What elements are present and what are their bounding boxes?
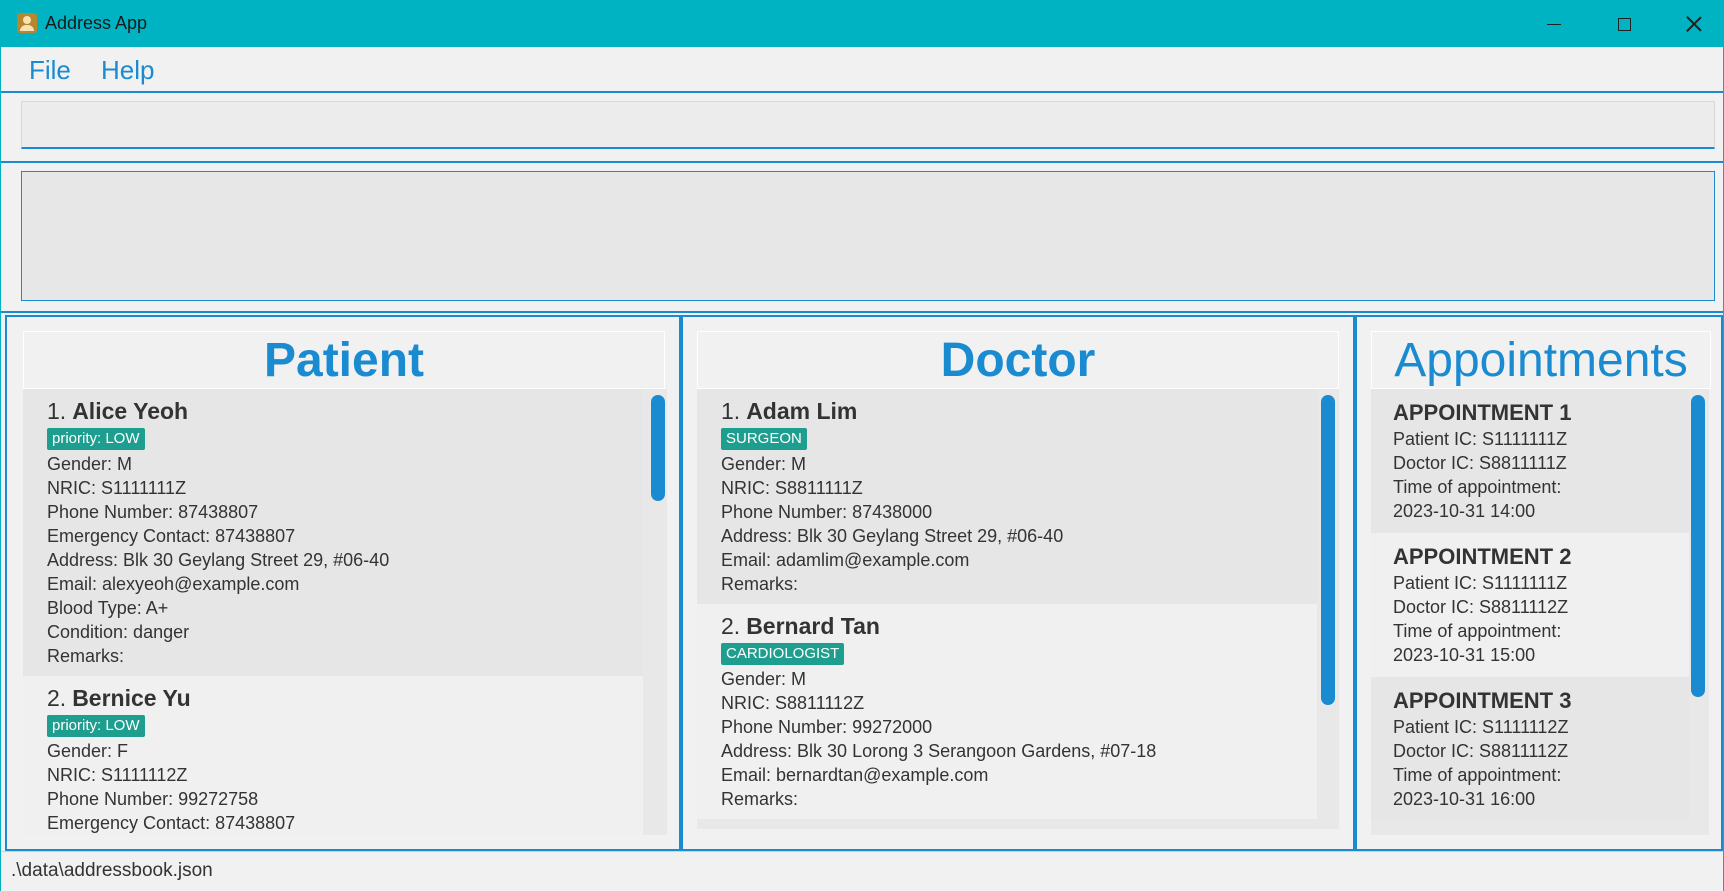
appointment-panel: Appointments APPOINTMENT 1 Patient IC: S… [1355,315,1723,851]
close-icon [1686,16,1702,32]
doctor-name-line: 1. Adam Lim [721,399,1297,423]
appointment-time: 2023-10-31 14:00 [1393,501,1536,521]
doctor-nric: NRIC: S8811112Z [721,693,865,713]
patient-emergency-contact: Emergency Contact: 87438807 [47,813,296,833]
doctor-email: Email: bernardtan@example.com [721,765,989,785]
appointment-time-label: Time of appointment: [1393,477,1562,497]
patient-phone: Phone Number: 99272758 [47,789,259,809]
appointment-list-scrollbar[interactable] [1691,395,1705,697]
result-display[interactable] [21,171,1715,301]
patient-panel: Patient 1. Alice Yeoh priority: LOW Gende… [5,315,681,851]
save-location-path: .\data\addressbook.json [11,860,213,881]
patient-panel-title: Patient [23,331,665,389]
appointment-card[interactable]: APPOINTMENT 1 Patient IC: S1111111Z Doct… [1371,389,1689,533]
close-button[interactable] [1671,9,1717,39]
patient-name-line: 1. Alice Yeoh [47,399,623,423]
title-bar[interactable]: Address App [1,1,1723,47]
doctor-index: 1. [721,398,741,424]
window-title: Address App [45,13,148,33]
doctor-list[interactable]: 1. Adam Lim SURGEON Gender: M NRIC: S8811… [697,389,1339,829]
appointment-patient-ic: Patient IC: S1111111Z [1393,429,1568,449]
doctor-list-scrollbar[interactable] [1321,395,1335,705]
doctor-card[interactable]: 2. Bernard Tan CARDIOLOGIST Gender: M NRI… [697,604,1317,819]
patient-remarks: Remarks: [47,646,125,666]
minimize-icon [1547,23,1561,25]
doctor-address: Address: Blk 30 Lorong 3 Serangoon Garde… [721,741,1157,761]
appointment-title: APPOINTMENT 2 [1393,544,1572,569]
doctor-name-line: 2. Bernard Tan [721,614,1297,638]
appointment-patient-ic: Patient IC: S1111112Z [1393,717,1569,737]
doctor-card[interactable]: 1. Adam Lim SURGEON Gender: M NRIC: S8811… [697,389,1317,604]
menu-file[interactable]: File [29,55,71,86]
patient-emergency-contact: Emergency Contact: 87438807 [47,526,296,546]
minimize-button[interactable] [1531,9,1577,39]
doctor-nric: NRIC: S8811111Z [721,478,863,498]
doctor-gender: Gender: M [721,669,807,689]
patient-nric: NRIC: S1111112Z [47,765,188,785]
patient-list-scrollbar[interactable] [651,395,665,501]
doctor-index: 2. [721,613,741,639]
patient-index: 1. [47,398,67,424]
doctor-name: Bernard Tan [746,613,880,639]
patient-index: 2. [47,685,67,711]
doctor-gender: Gender: M [721,454,807,474]
appointment-title: APPOINTMENT 3 [1393,688,1572,713]
appointment-panel-title: Appointments [1371,331,1711,389]
patient-card[interactable]: 1. Alice Yeoh priority: LOW Gender: M NRI… [23,389,643,676]
doctor-remarks: Remarks: [721,574,799,594]
patient-card[interactable]: 2. Bernice Yu priority: LOW Gender: F NRI… [23,676,643,835]
address-book-icon [17,13,37,33]
doctor-panel-title: Doctor [697,331,1339,389]
specialty-tag: SURGEON [721,428,807,450]
patient-name: Bernice Yu [72,685,191,711]
appointment-title: APPOINTMENT 1 [1393,400,1572,425]
appointment-doctor-ic: Doctor IC: S8811111Z [1393,453,1567,473]
appointment-doctor-ic: Doctor IC: S8811112Z [1393,597,1569,617]
maximize-button[interactable] [1601,9,1647,39]
patient-blood-type: Blood Type: A+ [47,598,169,618]
appointment-patient-ic: Patient IC: S1111111Z [1393,573,1568,593]
doctor-remarks: Remarks: [721,789,799,809]
menu-bar: File Help [1,47,1723,93]
patient-nric: NRIC: S1111111Z [47,478,187,498]
appointment-time: 2023-10-31 15:00 [1393,645,1536,665]
appointment-time: 2023-10-31 16:00 [1393,789,1536,809]
patient-condition: Condition: danger [47,622,190,642]
appointment-time-label: Time of appointment: [1393,765,1562,785]
appointment-time-label: Time of appointment: [1393,621,1562,641]
status-bar: .\data\addressbook.json [1,851,1723,891]
command-input[interactable] [21,101,1715,149]
appointment-doctor-ic: Doctor IC: S8811112Z [1393,741,1569,761]
specialty-tag: CARDIOLOGIST [721,643,845,665]
maximize-icon [1617,17,1631,31]
doctor-panel: Doctor 1. Adam Lim SURGEON Gender: M NRIC… [681,315,1355,851]
appointment-card[interactable]: APPOINTMENT 3 Patient IC: S1111112Z Doct… [1371,677,1689,821]
appointment-card[interactable]: APPOINTMENT 2 Patient IC: S1111111Z Doct… [1371,533,1689,677]
patient-phone: Phone Number: 87438807 [47,502,259,522]
command-box-area [1,93,1723,163]
doctor-address: Address: Blk 30 Geylang Street 29, #06-4… [721,526,1064,546]
patient-list[interactable]: 1. Alice Yeoh priority: LOW Gender: M NRI… [23,389,667,835]
patient-gender: Gender: F [47,741,129,761]
patient-name: Alice Yeoh [72,398,189,424]
patient-gender: Gender: M [47,454,133,474]
patient-name-line: 2. Bernice Yu [47,686,623,710]
doctor-phone: Phone Number: 99272000 [721,717,933,737]
priority-tag: priority: LOW [47,428,145,450]
appointment-list[interactable]: APPOINTMENT 1 Patient IC: S1111111Z Doct… [1371,389,1709,835]
patient-email: Email: alexyeoh@example.com [47,574,300,594]
doctor-phone: Phone Number: 87438000 [721,502,933,522]
doctor-name: Adam Lim [746,398,858,424]
list-panels: Patient 1. Alice Yeoh priority: LOW Gende… [1,315,1723,851]
doctor-email: Email: adamlim@example.com [721,550,970,570]
menu-help[interactable]: Help [101,55,154,86]
patient-address: Address: Blk 30 Geylang Street 29, #06-4… [47,550,390,570]
priority-tag: priority: LOW [47,715,145,737]
app-window: Address App File Help Patient 1. Alice Ye… [0,0,1724,891]
result-display-area [1,163,1723,313]
